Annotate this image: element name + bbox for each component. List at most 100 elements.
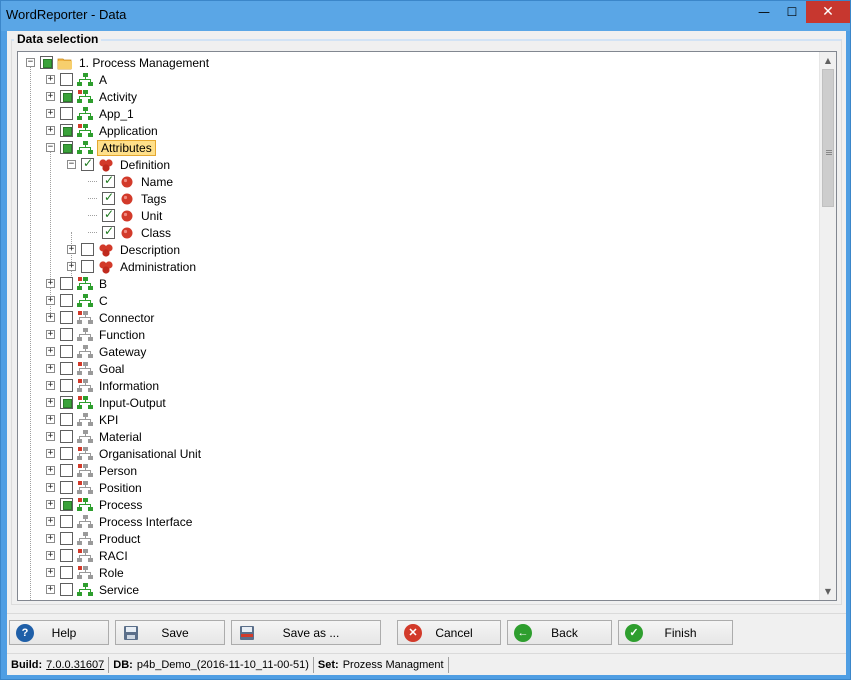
expand-icon[interactable]: + <box>46 585 55 594</box>
help-button[interactable]: ? Help <box>9 620 109 645</box>
expand-icon[interactable]: + <box>46 398 55 407</box>
tree-node-checkbox[interactable] <box>102 224 115 239</box>
tree-node[interactable]: + B <box>46 275 109 292</box>
title-bar[interactable]: WordReporter - Data — ☐ ✕ <box>1 1 850 31</box>
save-button[interactable]: Save <box>115 620 225 645</box>
tree-node[interactable]: + Function <box>46 326 147 343</box>
tree-node-checkbox[interactable] <box>60 447 73 460</box>
tree-node[interactable]: + Description <box>67 241 182 258</box>
expand-icon[interactable]: + <box>67 245 76 254</box>
save-as-button[interactable]: Save as ... <box>231 620 381 645</box>
tree-node-checkbox[interactable] <box>60 481 73 494</box>
tree-node-label[interactable]: Description <box>118 243 182 257</box>
tree-node-checkbox[interactable] <box>60 294 73 307</box>
close-button[interactable]: ✕ <box>806 1 850 23</box>
tree-node-label[interactable]: Application <box>97 124 160 138</box>
expand-icon[interactable]: + <box>46 517 55 526</box>
tree-node[interactable]: + Information <box>46 377 161 394</box>
tree-node[interactable]: − Attributes <box>46 139 156 156</box>
tree-node-checkbox[interactable] <box>60 413 73 426</box>
tree-node-checkbox[interactable] <box>60 124 73 137</box>
tree-node-checkbox[interactable] <box>81 156 94 171</box>
scroll-down-arrow-icon[interactable]: ▼ <box>820 583 836 600</box>
tree-node[interactable]: + RACI <box>46 547 130 564</box>
tree-node-label[interactable]: Person <box>97 464 139 478</box>
expand-icon[interactable]: + <box>46 92 55 101</box>
tree-node-label[interactable]: B <box>97 277 109 291</box>
tree-node[interactable]: + Material <box>46 428 144 445</box>
expand-icon[interactable]: + <box>46 296 55 305</box>
tree-node-label[interactable]: Definition <box>118 158 172 172</box>
tree-node-checkbox[interactable] <box>60 566 73 579</box>
tree-node-checkbox[interactable] <box>60 498 73 511</box>
tree-node-label[interactable]: Unit <box>139 209 164 223</box>
tree-node-checkbox[interactable] <box>60 464 73 477</box>
tree-node-label[interactable]: 1. Process Management <box>77 56 211 70</box>
tree-node-checkbox[interactable] <box>60 107 73 120</box>
tree-node[interactable]: + Input-Output <box>46 394 168 411</box>
tree-node-label[interactable]: RACI <box>97 549 130 563</box>
tree-node[interactable]: Class <box>88 224 173 241</box>
tree-node[interactable]: + App_1 <box>46 105 136 122</box>
collapse-icon[interactable]: − <box>46 143 55 152</box>
tree-node-checkbox[interactable] <box>102 207 115 222</box>
tree-node-label[interactable]: Name <box>139 175 175 189</box>
tree-node[interactable]: + Gateway <box>46 343 148 360</box>
tree-node-label[interactable]: Class <box>139 226 173 240</box>
tree-node-label[interactable]: Activity <box>97 90 139 104</box>
tree-node-checkbox[interactable] <box>60 362 73 375</box>
expand-icon[interactable]: + <box>46 347 55 356</box>
tree-node-label[interactable]: Process Interface <box>97 515 194 529</box>
expand-icon[interactable]: + <box>46 449 55 458</box>
tree-node-label[interactable]: Administration <box>118 260 198 274</box>
tree-node[interactable]: + Goal <box>46 360 126 377</box>
tree-node-checkbox[interactable] <box>60 328 73 341</box>
tree-node-label[interactable]: Material <box>97 430 144 444</box>
tree-node-label[interactable]: Gateway <box>97 345 148 359</box>
expand-icon[interactable]: + <box>46 364 55 373</box>
tree-node-checkbox[interactable] <box>102 190 115 205</box>
expand-icon[interactable]: + <box>46 109 55 118</box>
tree-node[interactable]: + KPI <box>46 411 120 428</box>
expand-icon[interactable]: + <box>46 534 55 543</box>
tree-node-checkbox[interactable] <box>60 141 73 154</box>
tree-node[interactable]: + Administration <box>67 258 198 275</box>
tree-node[interactable]: Name <box>88 173 175 190</box>
expand-icon[interactable]: + <box>46 551 55 560</box>
tree-node-label[interactable]: Tags <box>139 192 168 206</box>
tree-node[interactable]: Tags <box>88 190 168 207</box>
maximize-button[interactable]: ☐ <box>778 1 806 23</box>
tree-node-label[interactable]: Goal <box>97 362 126 376</box>
tree-node-checkbox[interactable] <box>102 173 115 188</box>
tree-node[interactable]: Unit <box>88 207 164 224</box>
tree-node-checkbox[interactable] <box>60 430 73 443</box>
scroll-thumb[interactable] <box>822 69 834 207</box>
tree-node-checkbox[interactable] <box>60 396 73 409</box>
tree-node[interactable]: + Service <box>46 581 141 598</box>
expand-icon[interactable]: + <box>46 432 55 441</box>
vertical-scrollbar[interactable]: ▲ ▼ <box>819 52 836 600</box>
expand-icon[interactable]: + <box>46 313 55 322</box>
tree-node[interactable]: + Person <box>46 462 139 479</box>
expand-icon[interactable]: + <box>46 126 55 135</box>
expand-icon[interactable]: + <box>67 262 76 271</box>
tree-node[interactable]: + Process Interface <box>46 513 194 530</box>
tree-node-label[interactable]: Service <box>97 583 141 597</box>
tree-node[interactable]: + Role <box>46 564 126 581</box>
scroll-up-arrow-icon[interactable]: ▲ <box>820 52 836 69</box>
expand-icon[interactable]: + <box>46 75 55 84</box>
tree-node-checkbox[interactable] <box>60 345 73 358</box>
collapse-icon[interactable]: − <box>26 58 35 67</box>
tree-node-checkbox[interactable] <box>81 260 94 273</box>
expand-icon[interactable]: + <box>46 466 55 475</box>
tree-node[interactable]: + Application <box>46 122 160 139</box>
tree-node-label[interactable]: Product <box>97 532 142 546</box>
tree-node-label[interactable]: Function <box>97 328 147 342</box>
expand-icon[interactable]: + <box>46 330 55 339</box>
collapse-icon[interactable]: − <box>67 160 76 169</box>
tree-node[interactable]: + Product <box>46 530 142 547</box>
tree-node-label[interactable]: KPI <box>97 413 120 427</box>
tree-node[interactable]: + C <box>46 292 110 309</box>
expand-icon[interactable]: + <box>46 483 55 492</box>
tree-node[interactable]: + Organisational Unit <box>46 445 203 462</box>
